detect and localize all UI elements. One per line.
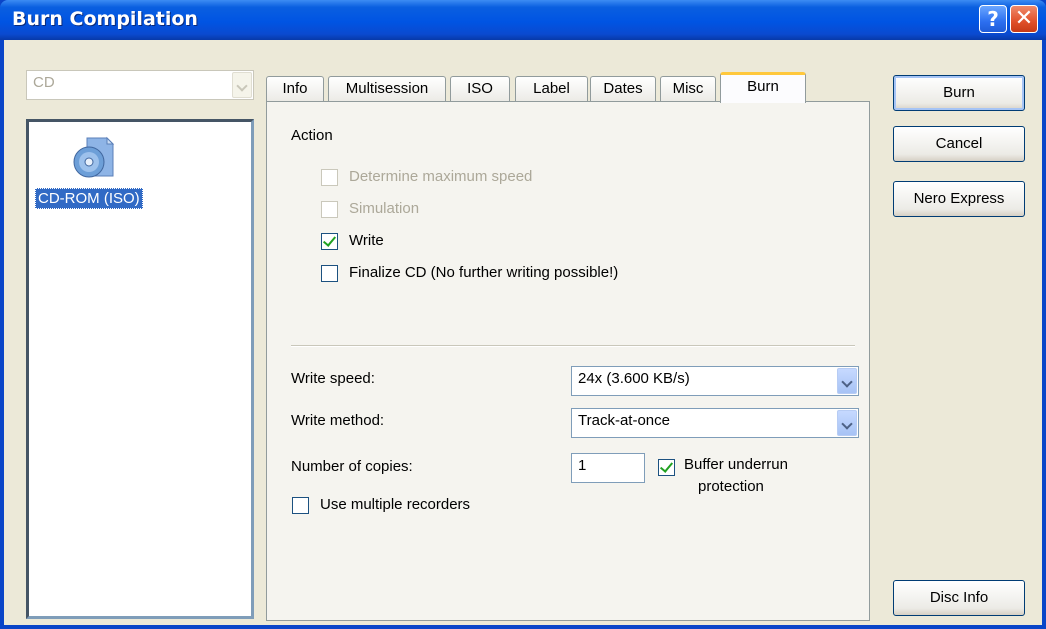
buffer-underrun-label-line2: protection [698,478,764,495]
disc-info-button[interactable]: Disc Info [893,580,1025,616]
title-bar[interactable]: Burn Compilation ? ✕ [0,0,1046,40]
copies-label: Number of copies: [291,458,413,475]
multiple-recorders-label: Use multiple recorders [320,496,471,513]
window-title: Burn Compilation [12,8,198,30]
determine-max-speed-checkbox[interactable] [321,169,338,186]
write-checkbox[interactable] [321,233,338,250]
multiple-recorders-checkbox[interactable] [292,497,309,514]
finalize-cd-checkbox[interactable] [321,265,338,282]
dialog-body: CD CD-ROM (ISO) Info Multisession ISO La… [4,40,1042,625]
action-header: Action [291,127,333,144]
tab-multisession[interactable]: Multisession [328,76,446,101]
write-method-label: Write method: [291,412,385,429]
media-type-value: CD [33,74,55,91]
buffer-underrun-label: Buffer underrun [684,456,788,473]
cd-rom-iso-icon [73,136,115,178]
media-type-combo[interactable]: CD [26,70,254,100]
tab-dates[interactable]: Dates [590,76,656,101]
help-button[interactable]: ? [979,5,1007,33]
write-label: Write [349,232,384,249]
tab-label[interactable]: Label [515,76,588,101]
determine-max-speed-label: Determine maximum speed [349,168,533,185]
burn-compilation-window: Burn Compilation ? ✕ CD CD-ROM (ISO) Inf… [0,0,1046,629]
write-method-value: Track-at-once [578,412,670,429]
simulation-checkbox[interactable] [321,201,338,218]
chevron-down-icon [837,368,857,394]
copies-input[interactable]: 1 [571,453,645,483]
simulation-label: Simulation [349,200,420,217]
write-speed-select[interactable]: 24x (3.600 KB/s) [571,366,859,396]
list-item-label: CD-ROM (ISO) [35,188,143,209]
divider [291,345,855,347]
chevron-down-icon [232,72,252,98]
tab-info[interactable]: Info [266,76,324,101]
write-speed-value: 24x (3.600 KB/s) [578,370,690,387]
chevron-down-icon [837,410,857,436]
tab-burn[interactable]: Burn [720,72,806,103]
tab-iso[interactable]: ISO [450,76,510,101]
compilation-type-list[interactable]: CD-ROM (ISO) [26,119,254,619]
write-method-select[interactable]: Track-at-once [571,408,859,438]
write-speed-label: Write speed: [291,370,375,387]
close-button[interactable]: ✕ [1010,5,1038,33]
nero-express-button[interactable]: Nero Express [893,181,1025,217]
burn-tab-panel: Action Determine maximum speed Simulatio… [266,101,870,621]
buffer-underrun-checkbox[interactable] [658,459,675,476]
finalize-cd-label: Finalize CD (No further writing possible… [349,264,619,281]
cancel-button[interactable]: Cancel [893,126,1025,162]
burn-button[interactable]: Burn [893,75,1025,111]
tab-misc[interactable]: Misc [660,76,716,101]
